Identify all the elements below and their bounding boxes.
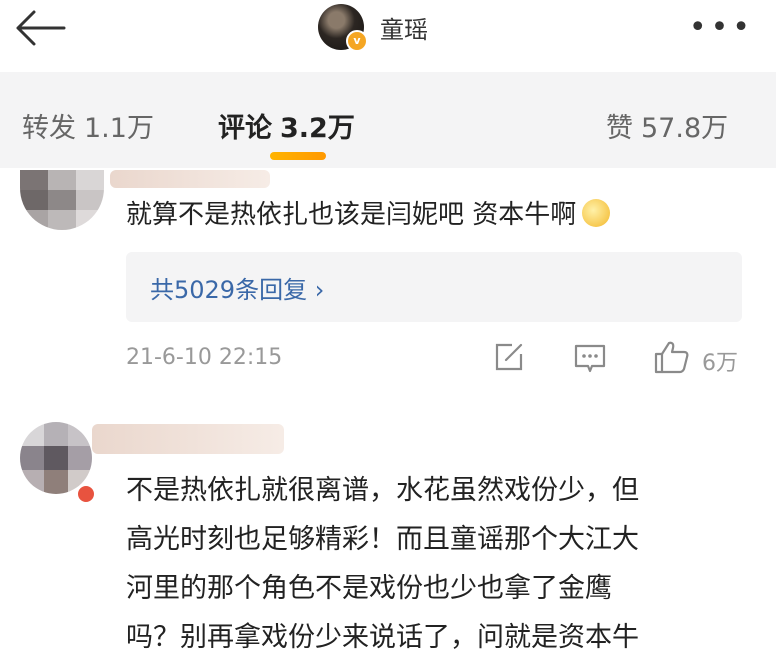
more-options-icon[interactable]: ••• <box>689 13 754 43</box>
back-arrow-icon <box>16 10 66 46</box>
active-tab-indicator <box>270 152 326 160</box>
avatar-mosaic <box>20 170 104 230</box>
top-bar: v 童瑶 ••• <box>0 0 776 72</box>
reply-button[interactable] <box>574 344 606 378</box>
tab-comments[interactable]: 评论 3.2万 <box>218 106 355 145</box>
replies-box[interactable]: 共5029条回复 › <box>126 252 742 322</box>
back-button[interactable] <box>12 8 68 48</box>
comment-text-2: 不是热依扎就很离谱，水花虽然戏份少，但 高光时刻也足够精彩！而且童谣那个大江大 … <box>126 466 752 662</box>
tab-reposts[interactable]: 转发 1.1万 <box>22 106 154 145</box>
tab-likes[interactable]: 赞 57.8万 <box>606 106 728 145</box>
tab-comments-count: 3.2万 <box>280 113 355 144</box>
like-button[interactable] <box>654 340 690 378</box>
profile-header[interactable]: v 童瑶 <box>318 3 428 52</box>
comment-avatar[interactable] <box>20 170 104 230</box>
comment-line: 吗？别再拿戏份少来说话了，问就是资本牛 <box>126 622 639 653</box>
username-blurred-2[interactable] <box>92 424 284 454</box>
tab-comments-label: 评论 <box>218 113 272 144</box>
view-replies-link[interactable]: 共5029条回复 › <box>150 270 324 305</box>
comment-line: 河里的那个角色不是戏份也少也拿了金鹰 <box>126 573 612 604</box>
comment-line: 不是热依扎就很离谱，水花虽然戏份少，但 <box>126 475 639 506</box>
verified-badge: v <box>346 30 368 52</box>
tabs-bar: 转发 1.1万 评论 3.2万 赞 57.8万 <box>0 72 776 168</box>
comment-icon <box>574 344 606 373</box>
comment-text-content: 就算不是热依扎也该是闫妮吧 资本牛啊 <box>126 200 577 230</box>
tab-reposts-label: 转发 <box>22 113 76 144</box>
comment-line: 高光时刻也足够精彩！而且童谣那个大江大 <box>126 524 639 555</box>
comment-timestamp: 21-6-10 22:15 <box>126 345 283 370</box>
tab-reposts-count: 1.1万 <box>84 113 154 144</box>
repost-button[interactable] <box>494 342 524 376</box>
replies-label: 共5029条回复 <box>150 276 308 304</box>
tab-likes-label: 赞 <box>606 113 633 144</box>
chevron-right-icon: › <box>314 276 325 304</box>
username-blurred[interactable] <box>110 170 270 188</box>
drooling-face-emoji-icon <box>582 199 611 227</box>
user-badge-icon <box>76 484 96 504</box>
profile-avatar[interactable]: v <box>318 4 368 52</box>
comment-avatar-2[interactable] <box>20 422 92 494</box>
like-count: 6万 <box>702 351 738 376</box>
avatar-mosaic-2 <box>20 422 92 494</box>
tab-likes-count: 57.8万 <box>641 113 729 144</box>
edit-share-icon <box>495 343 523 371</box>
thumbs-up-icon <box>654 341 689 374</box>
comment-text: 就算不是热依扎也该是闫妮吧 资本牛啊 <box>126 194 611 231</box>
profile-name[interactable]: 童瑶 <box>380 10 428 45</box>
